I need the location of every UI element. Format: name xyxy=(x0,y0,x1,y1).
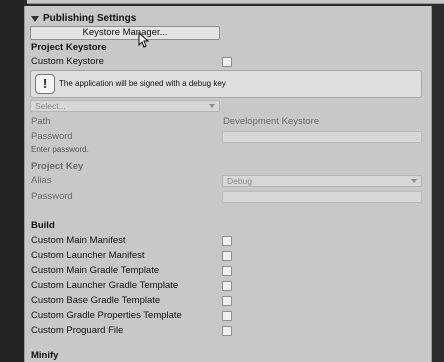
chevron-down-icon xyxy=(209,104,215,108)
build-option-label: Custom Launcher Gradle Template xyxy=(31,280,179,291)
help-text: The application will be signed with a de… xyxy=(59,79,226,88)
custom-base-gradle-template-checkbox[interactable] xyxy=(222,296,232,306)
custom-keystore-label: Custom Keystore xyxy=(31,56,104,67)
build-option-label: Custom Launcher Manifest xyxy=(31,250,145,261)
build-option-label: Custom Base Gradle Template xyxy=(31,295,161,306)
custom-proguard-file-checkbox[interactable] xyxy=(222,326,232,336)
select-placeholder: Select... xyxy=(35,101,66,111)
right-scroll-area xyxy=(432,0,444,362)
alias-value: Debug xyxy=(227,176,253,186)
build-option-label: Custom Main Gradle Template xyxy=(31,265,160,276)
keystore-select-dropdown[interactable]: Select... xyxy=(30,100,220,112)
project-key-heading: Project Key xyxy=(31,161,84,172)
build-option-label: Custom Gradle Properties Template xyxy=(31,310,182,321)
alias-dropdown[interactable]: Debug xyxy=(222,175,422,187)
panel-top-edge xyxy=(27,0,444,4)
custom-launcher-manifest-checkbox[interactable] xyxy=(222,251,232,261)
key-password-label: Password xyxy=(31,191,73,202)
path-label: Path xyxy=(31,116,51,127)
publishing-settings-title: Publishing Settings xyxy=(43,12,137,24)
mouse-cursor-icon xyxy=(138,32,150,48)
custom-main-gradle-template-checkbox[interactable] xyxy=(222,266,232,276)
foldout-arrow-icon xyxy=(31,15,39,22)
warning-icon: ! xyxy=(35,74,55,94)
keystore-password-label: Password xyxy=(31,131,73,142)
path-value: Development Keystore xyxy=(223,116,320,127)
publishing-settings-foldout[interactable]: Publishing Settings xyxy=(31,11,136,25)
inspector-frame: Publishing Settings Keystore Manager... … xyxy=(0,0,444,362)
debug-key-helpbox: ! The application will be signed with a … xyxy=(30,70,422,98)
chevron-down-icon xyxy=(411,179,417,183)
project-keystore-heading: Project Keystore xyxy=(31,42,107,53)
keystore-manager-button[interactable]: Keystore Manager... xyxy=(30,26,220,40)
alias-label: Alias xyxy=(31,175,52,186)
minify-heading: Minify xyxy=(31,350,59,361)
build-option-label: Custom Main Manifest xyxy=(31,235,126,246)
key-password-field[interactable] xyxy=(222,191,422,203)
build-heading: Build xyxy=(31,220,55,231)
custom-keystore-checkbox[interactable] xyxy=(222,57,232,67)
custom-launcher-gradle-template-checkbox[interactable] xyxy=(222,281,232,291)
keystore-password-field[interactable] xyxy=(222,131,422,143)
build-option-label: Custom Proguard File xyxy=(31,325,124,336)
custom-main-manifest-checkbox[interactable] xyxy=(222,236,232,246)
password-hint: Enter password. xyxy=(31,145,89,154)
custom-gradle-properties-template-checkbox[interactable] xyxy=(222,311,232,321)
left-dark-area xyxy=(0,0,24,362)
